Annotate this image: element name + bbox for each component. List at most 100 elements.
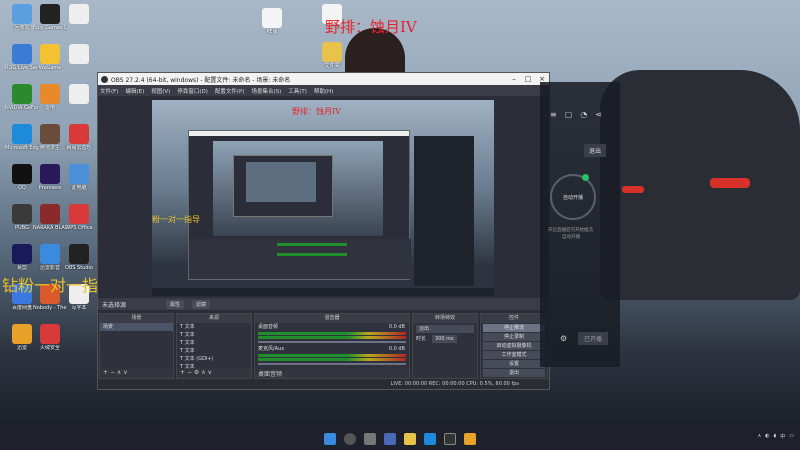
desktop-icon[interactable] [62, 84, 96, 105]
widgets-icon[interactable] [384, 433, 396, 445]
down-icon[interactable]: ∨ [123, 369, 127, 376]
edge-icon[interactable] [424, 433, 436, 445]
app-icon [40, 324, 60, 344]
search-icon[interactable] [344, 433, 356, 445]
app-icon [12, 44, 32, 64]
source-item[interactable]: T 文本 (GDI+) [177, 355, 251, 363]
desktop-icon-label: 写字本 [71, 305, 87, 311]
streaming-app-panel: ≡ ▢ ◔ ⋖ 退出 自动开播 开启直播后可开始推流 自动开播 ⚙ 已开播 [540, 82, 620, 367]
properties-button[interactable]: 属性 [166, 299, 185, 309]
settings-icon[interactable]: ⚙ [560, 334, 567, 343]
menu-icon[interactable]: ≡ [550, 110, 557, 119]
desktop-icon[interactable]: WPS Office [62, 204, 96, 231]
remove-icon[interactable]: − [187, 369, 192, 376]
menu-edit[interactable]: 编辑(E) [125, 87, 144, 95]
transitions-dock: 转场特效 淡出 时长 300 ms [412, 313, 478, 379]
shirt-icon[interactable]: ▢ [565, 110, 573, 119]
app-icon [12, 164, 32, 184]
auto-start-subhint: 自动开播 [562, 235, 580, 240]
add-icon[interactable]: + [180, 369, 185, 376]
started-button[interactable]: 已开播 [578, 332, 609, 345]
notification-icon[interactable]: ▭ [789, 433, 794, 440]
stop-streaming-button[interactable]: 停止推流 [483, 324, 545, 332]
app-icon [40, 84, 60, 104]
app-icon [12, 124, 32, 144]
chevron-up-icon[interactable]: ∧ [758, 433, 762, 440]
desktop-icon[interactable]: 网易云音乐 [62, 124, 96, 151]
duration-label: 时长 [416, 336, 427, 342]
obs-preview[interactable]: 野排：蚀月IV 粉一对一指导 [152, 100, 494, 296]
volume-meter [258, 336, 406, 339]
wallpaper-taillight [622, 186, 644, 193]
desktop-icon[interactable] [62, 4, 96, 25]
source-item[interactable]: T 文本 [177, 339, 251, 347]
auto-start-button[interactable]: 自动开播 [550, 174, 596, 220]
menu-view[interactable]: 视图(V) [151, 87, 170, 95]
duration-input[interactable]: 300 ms [432, 335, 457, 343]
obs-window[interactable]: OBS 27.2.4 (64-bit, windows) - 配置文件: 未命名… [97, 72, 550, 390]
up-icon[interactable]: ∧ [201, 369, 205, 376]
app-icon [69, 124, 89, 144]
studio-mode-button[interactable]: 工作室模式 [483, 351, 545, 359]
streaming-app-taskbar-icon[interactable] [464, 433, 476, 445]
menu-help[interactable]: 帮助(H) [314, 87, 333, 95]
gear-icon[interactable]: ⚙ [194, 369, 199, 376]
transition-select[interactable]: 淡出 [416, 325, 474, 333]
desktop-icon[interactable]: 此电脑 [62, 164, 96, 191]
menu-profile[interactable]: 配置文件(P) [215, 87, 245, 95]
desktop-icon-label: Epic Games Launcher [33, 25, 67, 31]
share-icon[interactable]: ⋖ [595, 110, 602, 119]
mixer-footer: 桌面音频 [255, 369, 409, 378]
settings-button[interactable]: 设置 [483, 360, 545, 368]
start-icon[interactable] [324, 433, 336, 445]
volume-slider[interactable] [258, 341, 406, 343]
filters-button[interactable]: 滤镜 [192, 299, 211, 309]
task-view-icon[interactable] [364, 433, 376, 445]
menu-docks[interactable]: 停靠窗口(D) [177, 87, 208, 95]
minimize-button[interactable]: – [507, 75, 521, 83]
volume-slider[interactable] [258, 363, 406, 365]
maximize-button[interactable]: □ [521, 75, 535, 83]
exit-button[interactable]: 退出 [483, 369, 545, 377]
desktop-icon[interactable]: OBS Studio [62, 244, 96, 271]
desktop-icon-label: WeGame [38, 65, 62, 71]
source-item[interactable]: T 文本 [177, 323, 251, 331]
obs-titlebar[interactable]: OBS 27.2.4 (64-bit, windows) - 配置文件: 未命名… [98, 73, 549, 85]
exit-stream-button[interactable]: 退出 [584, 144, 607, 157]
menu-tools[interactable]: 工具(T) [288, 87, 307, 95]
start-virtual-camera-button[interactable]: 启动虚拟摄像机 [483, 342, 545, 350]
desktop-icon[interactable]: 火绒安全 [33, 324, 67, 351]
input-lang[interactable]: 中 [780, 433, 785, 440]
stop-recording-button[interactable]: 停止录制 [483, 333, 545, 341]
sources-header: 来源 [177, 314, 251, 323]
preview-overlay-top: 野排：蚀月IV [292, 107, 341, 116]
bell-icon[interactable]: ◔ [580, 110, 587, 119]
app-icon [40, 124, 60, 144]
desktop-file-pe[interactable]: PE版 [255, 8, 289, 35]
track-name: 桌面音频 [258, 324, 279, 330]
menu-file[interactable]: 文件(F) [100, 87, 118, 95]
remove-icon[interactable]: − [110, 369, 115, 376]
source-item[interactable]: T 文本 [177, 331, 251, 339]
source-item[interactable]: T 文本 [177, 347, 251, 355]
obs-status-bar: LIVE: 00:00:00 REC: 00:00:00 CPU: 0.5%, … [98, 380, 549, 389]
obs-taskbar-icon[interactable] [444, 433, 456, 445]
add-icon[interactable]: + [103, 369, 108, 376]
file-explorer-icon[interactable] [404, 433, 416, 445]
scene-item[interactable]: 场景 [100, 323, 173, 331]
wallpaper-car-right [600, 70, 800, 300]
network-icon[interactable]: ◐ [765, 433, 769, 440]
preview-taskbar [152, 288, 494, 296]
desktop-folder[interactable]: 文件夹 [315, 42, 349, 69]
desktop-icon[interactable] [62, 44, 96, 65]
menu-scene-collection[interactable]: 场景集合(S) [251, 87, 281, 95]
preview-right-app [414, 136, 474, 286]
desktop-icon-label: WPS Office [65, 225, 93, 231]
down-icon[interactable]: ∨ [208, 369, 212, 376]
auto-start-hint: 开启直播后可开始推流 [548, 228, 593, 233]
obs-title: OBS 27.2.4 (64-bit, windows) - 配置文件: 未命名… [111, 76, 291, 84]
up-icon[interactable]: ∧ [117, 369, 121, 376]
file-icon [262, 8, 282, 28]
desktop-icon-label: 此电脑 [71, 185, 87, 191]
volume-icon[interactable]: ◖ [774, 433, 777, 440]
